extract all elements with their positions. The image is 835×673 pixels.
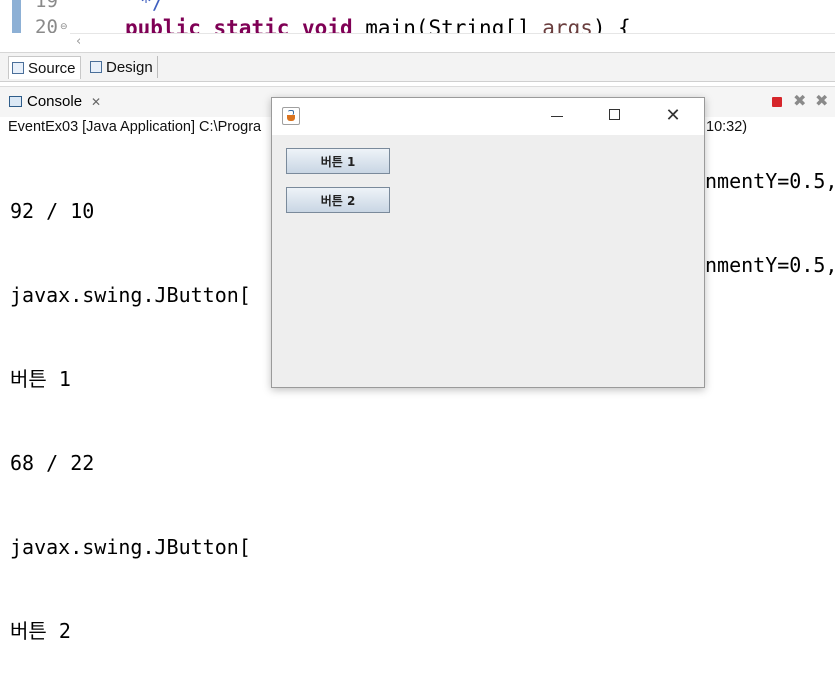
window-titlebar[interactable]: ✕: [272, 98, 704, 135]
console-process-description: EventEx03 [Java Application] C:\Progra: [8, 119, 262, 135]
swing-frame-window[interactable]: ✕ 버튼 1 버튼 2: [271, 97, 705, 388]
editor-horizontal-scrollbar[interactable]: ‹: [70, 33, 835, 52]
minimize-button[interactable]: [542, 106, 572, 126]
tab-console[interactable]: Console ✕: [9, 93, 101, 110]
change-marker: [12, 0, 21, 33]
tab-source[interactable]: Source: [8, 56, 81, 79]
fold-icon[interactable]: ⊖: [60, 22, 68, 32]
output-line-tail: nmentY=0.5,: [705, 253, 835, 277]
console-process-time: 10:32): [706, 119, 748, 135]
output-line: 버튼 2: [10, 619, 71, 643]
design-icon: [90, 61, 102, 73]
java-icon: [282, 107, 300, 125]
tab-design[interactable]: Design: [86, 56, 158, 78]
tab-design-label: Design: [106, 58, 153, 76]
code-editor[interactable]: 19 20 ⊖ */ public static void main(Strin…: [0, 0, 835, 33]
console-icon: [9, 96, 22, 107]
source-icon: [12, 62, 24, 74]
output-line: 버튼 1: [10, 367, 71, 391]
output-line: javax.swing.JButton[: [10, 283, 251, 307]
maximize-button[interactable]: [600, 106, 630, 126]
editor-tab-bar: Source Design: [0, 52, 835, 82]
keyword-static: static: [213, 16, 290, 33]
code-comment: */: [140, 0, 165, 14]
code-line-main: public static void main(String[] args) {: [125, 16, 631, 33]
terminate-icon[interactable]: [772, 97, 782, 107]
tab-source-label: Source: [28, 59, 76, 77]
code-brace: ) {: [592, 16, 631, 33]
output-line: 68 / 22: [10, 451, 95, 475]
jbutton-2[interactable]: 버튼 2: [286, 187, 390, 213]
line-number-19: 19: [35, 0, 58, 12]
remove-all-launches-icon[interactable]: ✖: [815, 91, 828, 110]
tab-console-label: Console: [27, 93, 83, 110]
output-line: 92 / 10: [10, 199, 95, 223]
window-close-button[interactable]: ✕: [658, 106, 688, 126]
output-line-tail: nmentY=0.5,: [705, 169, 835, 193]
close-icon[interactable]: ✕: [91, 95, 101, 109]
console-output[interactable]: 92 / 10 javax.swing.JButton[ 버튼 1 68 / 2…: [10, 141, 251, 673]
jbutton-1[interactable]: 버튼 1: [286, 148, 390, 174]
keyword-void: void: [302, 16, 353, 33]
output-line: javax.swing.JButton[: [10, 535, 251, 559]
method-signature: main(String[]: [365, 16, 543, 33]
line-number-20: 20: [35, 16, 58, 33]
keyword-public: public: [125, 16, 201, 33]
scroll-left-icon[interactable]: ‹: [76, 34, 81, 49]
remove-launch-icon[interactable]: ✖: [793, 91, 806, 110]
param-args: args: [542, 16, 593, 33]
